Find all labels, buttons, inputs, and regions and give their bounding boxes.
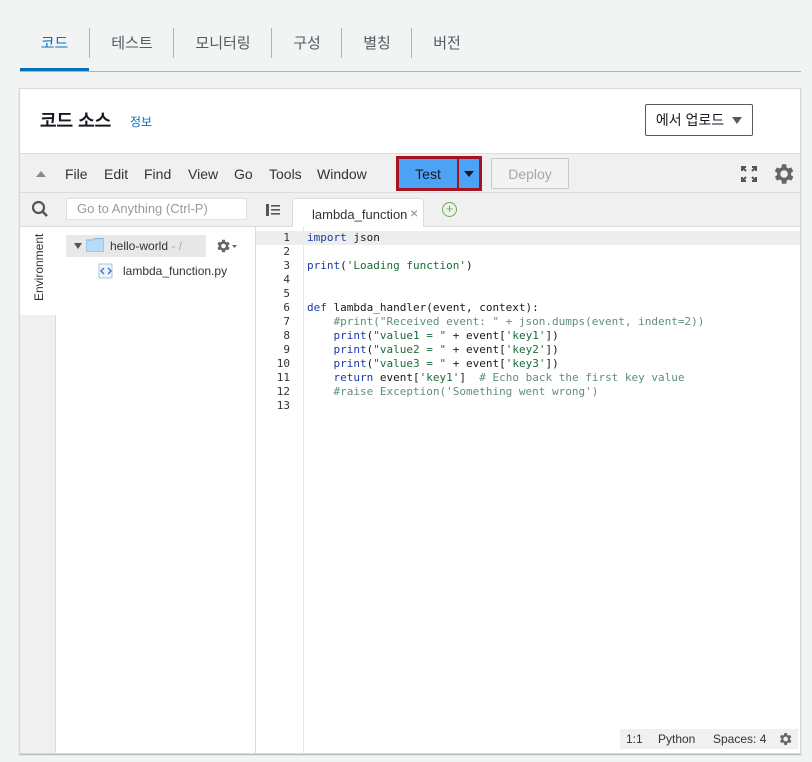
line-number: 4 — [283, 273, 290, 286]
menu-edit[interactable]: Edit — [104, 166, 128, 182]
settings-gear-icon[interactable] — [770, 161, 796, 187]
code-line: print("value2 = " + event['key2']) — [333, 343, 559, 356]
file-name: lambda_function.py — [123, 264, 228, 278]
line-number: 8 — [283, 329, 290, 342]
folder-name-text: hello-world — [110, 239, 169, 253]
menu-window[interactable]: Window — [317, 166, 367, 182]
caret-down-icon — [732, 116, 743, 124]
test-button[interactable]: Test — [399, 159, 457, 188]
code-line: #print("Received event: " + json.dumps(e… — [333, 315, 705, 328]
menu-bar: File Edit Find View Go Tools Window Test… — [20, 153, 800, 193]
code-source-panel: 코드 소스 정보 에서 업로드 File Edit Find View Go T… — [19, 88, 801, 754]
environment-label: Environment — [32, 233, 46, 301]
tab-code[interactable]: 코드 — [20, 22, 89, 62]
tab-monitoring[interactable]: 모니터링 — [174, 22, 272, 62]
line-number: 10 — [276, 357, 290, 370]
tab-bar: 코드 테스트 모니터링 구성 별칭 버전 — [20, 0, 801, 72]
menu-view[interactable]: View — [188, 166, 218, 182]
go-to-anything-input[interactable]: Go to Anything (Ctrl-P) — [66, 198, 247, 220]
deploy-button[interactable]: Deploy — [491, 158, 569, 189]
tab-configuration[interactable]: 구성 — [272, 22, 342, 62]
menu-go[interactable]: Go — [234, 166, 253, 182]
tab-versions[interactable]: 버전 — [412, 22, 482, 62]
cursor-position[interactable]: 1:1 — [626, 732, 643, 746]
editor-tab-label: lambda_function — [312, 207, 408, 222]
line-number: 2 — [283, 245, 290, 258]
tab-aliases[interactable]: 별칭 — [342, 22, 412, 62]
folder-icon — [86, 238, 104, 252]
search-icon — [31, 200, 48, 217]
add-tab-icon[interactable]: + — [442, 202, 457, 217]
code-line: print("value1 = " + event['key1']) — [333, 329, 559, 342]
editor-tab-lambda-function[interactable]: lambda_function × — [292, 198, 424, 228]
folder-name: hello-world - / — [110, 239, 182, 253]
tree-file-lambda-function[interactable]: lambda_function.py — [98, 262, 248, 280]
close-tab-icon[interactable]: × — [410, 205, 418, 221]
expand-arrow-icon[interactable] — [74, 243, 82, 249]
line-number: 1 — [283, 231, 290, 244]
language-mode[interactable]: Python — [658, 732, 695, 746]
collapse-arrow-icon[interactable] — [36, 171, 46, 177]
info-link[interactable]: 정보 — [130, 113, 152, 130]
line-number: 13 — [276, 399, 290, 412]
line-number: 6 — [283, 301, 290, 314]
status-bar: 1:1 Python Spaces: 4 — [620, 729, 798, 749]
tab-test[interactable]: 테스트 — [90, 22, 174, 62]
tab-list-icon[interactable] — [266, 204, 280, 216]
folder-path: - / — [168, 239, 183, 253]
code-line: def lambda_handler(event, context): — [307, 301, 539, 314]
search-row: Go to Anything (Ctrl-P) — [20, 193, 256, 227]
status-gear-icon[interactable] — [777, 731, 793, 747]
upload-from-label: 에서 업로드 — [655, 112, 725, 128]
menu-tools[interactable]: Tools — [269, 166, 302, 182]
panel-title: 코드 소스 — [40, 111, 112, 131]
test-dropdown-button[interactable] — [459, 159, 479, 188]
line-number: 5 — [283, 287, 290, 300]
test-button-group: Test — [396, 156, 482, 191]
line-number: 11 — [276, 371, 290, 384]
code-line: print('Loading function') — [307, 259, 473, 272]
indent-spaces[interactable]: Spaces: 4 — [713, 732, 766, 746]
caret-down-icon — [464, 170, 474, 177]
python-file-icon — [98, 263, 113, 279]
file-tree: hello-world - / lambda_function.py — [56, 227, 256, 753]
fullscreen-icon[interactable] — [740, 165, 758, 183]
line-number: 3 — [283, 259, 290, 272]
code-line: import json — [307, 231, 380, 244]
line-number: 9 — [283, 343, 290, 356]
upload-from-button[interactable]: 에서 업로드 — [645, 104, 753, 136]
tree-settings-gear-icon[interactable] — [216, 238, 238, 254]
code-line: #raise Exception('Something went wrong') — [333, 385, 599, 398]
line-number: 7 — [283, 315, 290, 328]
code-line: return event['key1'] # Echo back the fir… — [333, 371, 685, 384]
cloud9-editor: File Edit Find View Go Tools Window Test… — [20, 153, 800, 753]
line-number: 12 — [276, 385, 290, 398]
tree-folder-hello-world[interactable]: hello-world - / — [66, 235, 206, 257]
menu-find[interactable]: Find — [144, 166, 171, 182]
active-tab-indicator — [20, 68, 89, 71]
code-line: print("value3 = " + event['key3']) — [333, 357, 559, 370]
menu-file[interactable]: File — [65, 166, 88, 182]
editor-tab-bar: lambda_function × + — [256, 193, 800, 228]
